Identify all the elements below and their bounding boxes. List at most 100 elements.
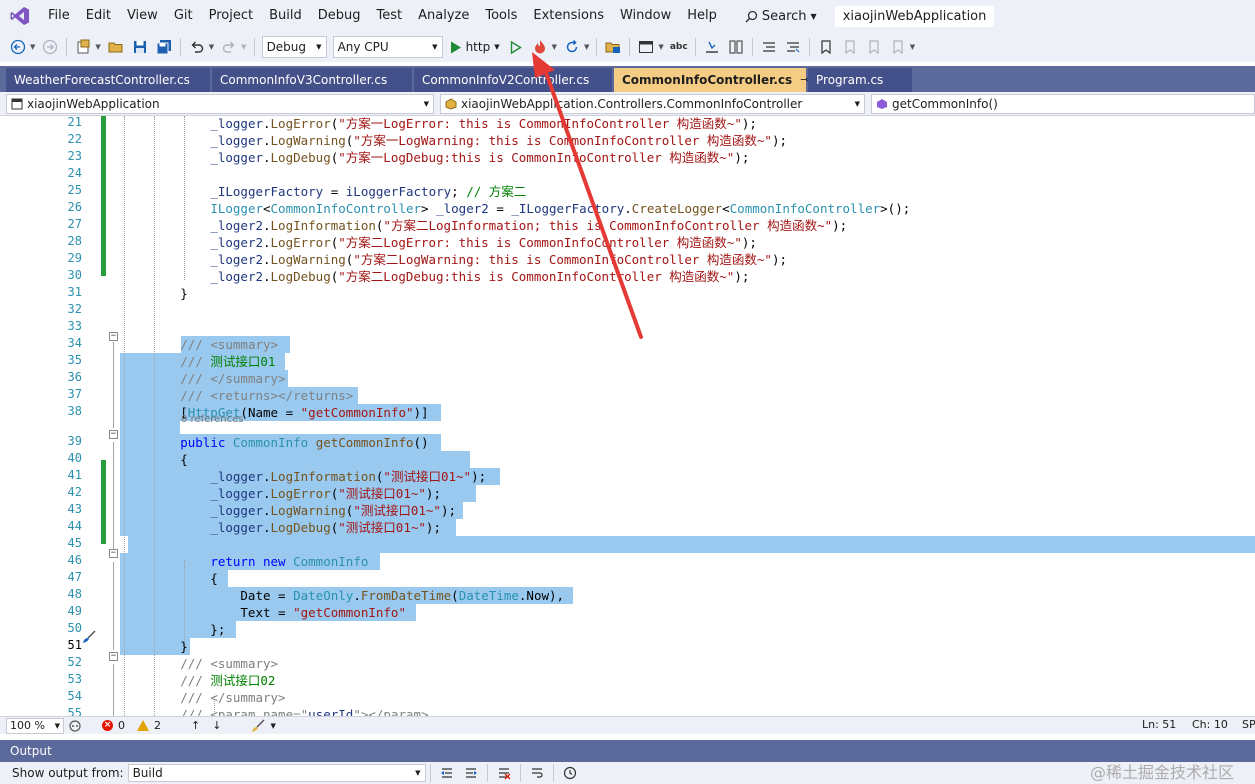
back-icon[interactable]	[7, 36, 29, 58]
chevron-down-icon[interactable]: ▼	[910, 43, 915, 51]
codelens-references[interactable]: 0 references	[181, 414, 244, 425]
menu-project[interactable]: Project	[201, 4, 261, 28]
chevron-down-icon[interactable]: ▼	[95, 43, 100, 51]
toolbar-separator	[552, 764, 554, 782]
column-number[interactable]: Ch: 10	[1192, 718, 1228, 731]
outline-line	[113, 562, 114, 650]
open-folder-icon[interactable]	[105, 36, 127, 58]
code-token: LogWarning	[270, 252, 346, 267]
line-number: 54	[67, 689, 82, 703]
menu-view[interactable]: View	[119, 4, 166, 28]
tab-commoninfov2controller-cs[interactable]: CommonInfoV2Controller.cs	[414, 68, 612, 92]
tab-weatherforecastcontroller-cs[interactable]: WeatherForecastController.cs	[6, 68, 210, 92]
tab-program-cs[interactable]: Program.cs	[808, 68, 912, 92]
code-token: .	[263, 503, 271, 518]
comment-lines-icon[interactable]	[758, 36, 780, 58]
class-dropdown[interactable]: xiaojinWebApplication.Controllers.Common…	[440, 93, 865, 114]
output-source-select[interactable]: Build ▼	[127, 764, 426, 782]
search-menu[interactable]: Search ▼	[739, 4, 823, 28]
line-number: 42	[67, 485, 82, 499]
line-number: 50	[67, 621, 82, 635]
line-number: 51	[67, 638, 82, 652]
spell-check-icon[interactable]: abc	[668, 36, 690, 58]
previous-issue-button[interactable]: ↑	[191, 719, 200, 732]
line-number: 45	[67, 536, 82, 550]
code-token: ;	[451, 184, 467, 199]
save-all-icon[interactable]	[153, 36, 175, 58]
timestamp-icon[interactable]	[560, 764, 580, 782]
collapse-toggle[interactable]: −	[109, 652, 118, 661]
menu-help[interactable]: Help	[679, 4, 725, 28]
line-number: 21	[67, 116, 82, 129]
code-token: LogWarning	[270, 503, 346, 518]
solution-configuration-select[interactable]: Debug ▼	[261, 36, 327, 58]
project-dropdown[interactable]: xiaojinWebApplication ▼	[6, 93, 434, 114]
uncomment-lines-icon[interactable]	[782, 36, 804, 58]
menu-test[interactable]: Test	[369, 4, 411, 28]
start-debugging-button[interactable]: http ▼	[446, 40, 504, 54]
save-icon[interactable]	[129, 36, 151, 58]
warning-count[interactable]: 2	[137, 719, 161, 732]
zoom-select[interactable]: 100 % ▼	[6, 717, 64, 734]
menu-window[interactable]: Window	[612, 4, 679, 28]
menu-extensions[interactable]: Extensions	[525, 4, 612, 28]
clear-all-icon[interactable]	[494, 764, 514, 782]
undo-icon[interactable]	[186, 36, 208, 58]
hot-reload-icon[interactable]	[529, 36, 551, 58]
window-layout-icon[interactable]	[635, 36, 657, 58]
code-editor[interactable]: 21 22 23 24 25 26 27 28 29 30 31 32 33 34 35 36 37 38 39 40…	[0, 116, 1255, 716]
error-count[interactable]: × 0	[102, 719, 125, 732]
output-source-value: Build	[132, 766, 163, 780]
code-token: 测试接口01	[210, 354, 276, 369]
visual-studio-logo-icon[interactable]	[0, 0, 40, 32]
start-without-debugging-icon[interactable]	[505, 36, 527, 58]
menu-tools[interactable]: Tools	[477, 4, 525, 28]
menu-edit[interactable]: Edit	[78, 4, 119, 28]
refresh-icon[interactable]	[561, 36, 583, 58]
tab-commoninfov3controller-cs[interactable]: CommonInfoV3Controller.cs	[212, 68, 412, 92]
previous-message-icon[interactable]	[437, 764, 457, 782]
step-into-icon[interactable]	[701, 36, 723, 58]
folder-browse-icon[interactable]	[602, 36, 624, 58]
code-token: _loger2	[210, 252, 263, 267]
member-dropdown[interactable]: getCommonInfo()	[871, 93, 1255, 114]
menu-file[interactable]: File	[40, 4, 78, 28]
collapse-toggle[interactable]: −	[109, 430, 118, 439]
quick-actions-brush-icon[interactable]	[82, 630, 96, 644]
forward-icon	[39, 36, 61, 58]
collapse-toggle[interactable]: −	[109, 332, 118, 341]
new-project-icon[interactable]	[72, 36, 94, 58]
columns-icon[interactable]	[725, 36, 747, 58]
code-token: _logger	[210, 503, 263, 518]
collapse-toggle[interactable]: −	[109, 549, 118, 558]
menu-debug[interactable]: Debug	[310, 4, 369, 28]
bookmark-icon[interactable]	[815, 36, 837, 58]
chevron-down-icon[interactable]: ▼	[209, 43, 214, 51]
tab-commoninfocontroller-cs[interactable]: CommonInfoController.cs⊸✕	[614, 68, 825, 92]
solution-platform-select[interactable]: Any CPU ▼	[332, 36, 443, 58]
line-number[interactable]: Ln: 51	[1142, 718, 1176, 731]
menu-build[interactable]: Build	[261, 4, 310, 28]
copilot-icon[interactable]	[68, 719, 82, 733]
menu-analyze[interactable]: Analyze	[410, 4, 477, 28]
chevron-down-icon[interactable]: ▼	[658, 43, 663, 51]
chevron-down-icon[interactable]: ▼	[584, 43, 589, 51]
line-number: 46	[67, 553, 82, 567]
next-issue-button[interactable]: ↓	[212, 719, 221, 732]
whitespace-indicator[interactable]: SP	[1242, 718, 1255, 731]
menu-git[interactable]: Git	[166, 4, 201, 28]
code-line: /// <summary>	[120, 336, 278, 353]
chevron-down-icon[interactable]: ▼	[30, 43, 35, 51]
word-wrap-icon[interactable]	[527, 764, 547, 782]
chevron-down-icon[interactable]: ▼	[552, 43, 557, 51]
code-token: LogError	[270, 486, 331, 501]
output-pane-title[interactable]: Output	[0, 740, 1255, 762]
code-cleanup-brush-icon[interactable]: ▼	[251, 718, 276, 733]
code-token: new	[263, 554, 286, 569]
document-tab-bar: WeatherForecastController.cs CommonInfoV3…	[0, 66, 1255, 92]
next-message-icon[interactable]	[461, 764, 481, 782]
